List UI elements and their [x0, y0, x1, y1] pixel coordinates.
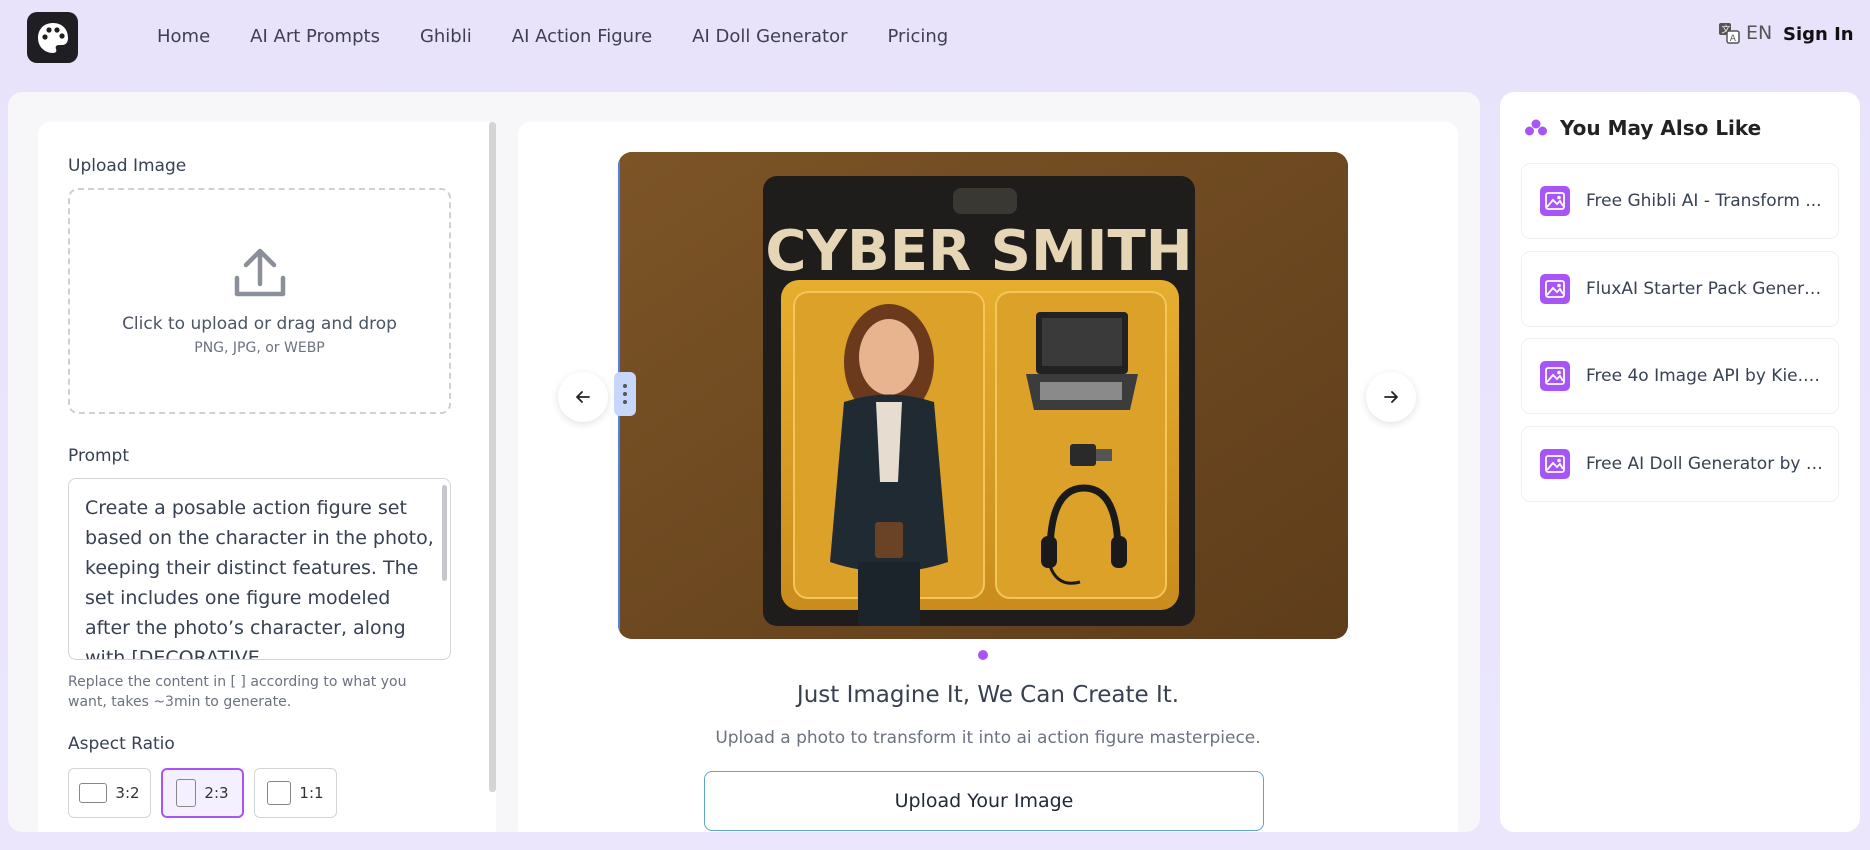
- recommendations-title-text: You May Also Like: [1560, 116, 1762, 140]
- ratio-1-1-button[interactable]: 1:1: [254, 768, 337, 818]
- ratio-2-3-button[interactable]: 2:3: [161, 768, 244, 818]
- upload-icon: [70, 246, 449, 304]
- compare-slider-handle[interactable]: [614, 372, 636, 416]
- translate-icon: 文 A: [1719, 23, 1740, 44]
- arrow-left-icon: [576, 391, 590, 403]
- nav-ai-art-prompts[interactable]: AI Art Prompts: [250, 26, 380, 47]
- recommendation-label: Free Ghibli AI - Transform ...: [1586, 191, 1822, 211]
- tagline: Just Imagine It, We Can Create It.: [796, 682, 1180, 708]
- ratio-label: 2:3: [204, 784, 229, 802]
- prompt-scrollbar[interactable]: [442, 485, 447, 581]
- ratio-label: 1:1: [299, 784, 324, 802]
- recommendation-label: Free 4o Image API by Kie.A...: [1586, 366, 1826, 386]
- prev-arrow-button[interactable]: [558, 372, 608, 422]
- settings-panel: Upload Image Click to upload or drag and…: [38, 122, 496, 832]
- nav-pricing[interactable]: Pricing: [888, 26, 949, 47]
- sparkle-cluster-icon: [1525, 119, 1547, 136]
- header: Home AI Art Prompts Ghibli AI Action Fig…: [0, 0, 1870, 84]
- nav-ai-doll-generator[interactable]: AI Doll Generator: [692, 26, 847, 47]
- language-switcher[interactable]: 文 A EN: [1718, 22, 1772, 44]
- landscape-ratio-icon: [79, 783, 108, 803]
- preview-panel: CYBER SMITH Just Imagine It, We Can Crea…: [518, 122, 1458, 832]
- nav-ai-action-figure[interactable]: AI Action Figure: [512, 26, 652, 47]
- recommendation-label: FluxAI Starter Pack Genera...: [1586, 279, 1826, 299]
- main-nav: Home AI Art Prompts Ghibli AI Action Fig…: [157, 26, 988, 47]
- ratio-3-2-button[interactable]: 3:2: [68, 768, 151, 818]
- recommendation-item[interactable]: FluxAI Starter Pack Genera...: [1522, 252, 1838, 326]
- upload-your-image-button[interactable]: Upload Your Image: [704, 771, 1264, 831]
- prompt-label: Prompt: [68, 446, 129, 466]
- prompt-text: Create a posable action figure set based…: [85, 497, 434, 660]
- nav-home[interactable]: Home: [157, 26, 210, 47]
- recommendation-item[interactable]: Free AI Doll Generator by F...: [1522, 427, 1838, 501]
- recommendation-item[interactable]: Free Ghibli AI - Transform ...: [1522, 164, 1838, 238]
- recommendations-title: You May Also Like: [1524, 116, 1761, 140]
- svg-text:A: A: [1730, 34, 1737, 44]
- recommendation-item[interactable]: Free 4o Image API by Kie.A...: [1522, 339, 1838, 413]
- aspect-ratio-group: 3:2 2:3 1:1: [68, 768, 337, 818]
- upload-formats: PNG, JPG, or WEBP: [194, 340, 325, 356]
- next-arrow-button[interactable]: [1366, 372, 1416, 422]
- example-image: CYBER SMITH: [618, 152, 1348, 639]
- generator-card: Upload Image Click to upload or drag and…: [8, 92, 1480, 832]
- image-icon: [1540, 186, 1570, 216]
- recommendations-panel: You May Also Like Free Ghibli AI - Trans…: [1500, 92, 1860, 832]
- square-ratio-icon: [267, 781, 292, 805]
- aspect-ratio-label: Aspect Ratio: [68, 734, 175, 754]
- nav-ghibli[interactable]: Ghibli: [420, 26, 472, 47]
- subline: Upload a photo to transform it into ai a…: [715, 728, 1261, 748]
- image-icon: [1540, 361, 1570, 391]
- ratio-label: 3:2: [115, 784, 140, 802]
- language-label: EN: [1746, 22, 1773, 44]
- prompt-hint: Replace the content in [ ] according to …: [68, 674, 407, 710]
- upload-dropzone[interactable]: Click to upload or drag and drop PNG, JP…: [68, 188, 451, 414]
- image-icon: [1540, 449, 1570, 479]
- upload-instruction: Click to upload or drag and drop: [122, 314, 397, 334]
- recommendation-label: Free AI Doll Generator by F...: [1586, 454, 1826, 474]
- settings-scrollbar[interactable]: [489, 122, 496, 792]
- portrait-ratio-icon: [176, 779, 197, 807]
- sign-in-link[interactable]: Sign In: [1783, 24, 1854, 45]
- figure-card-title: CYBER SMITH: [765, 219, 1192, 284]
- logo-palette-icon[interactable]: [27, 12, 78, 63]
- carousel-dot[interactable]: [978, 650, 988, 660]
- prompt-textarea[interactable]: Create a posable action figure set based…: [68, 478, 451, 660]
- image-icon: [1540, 274, 1570, 304]
- upload-label: Upload Image: [68, 156, 187, 176]
- arrow-right-icon: [1384, 391, 1398, 403]
